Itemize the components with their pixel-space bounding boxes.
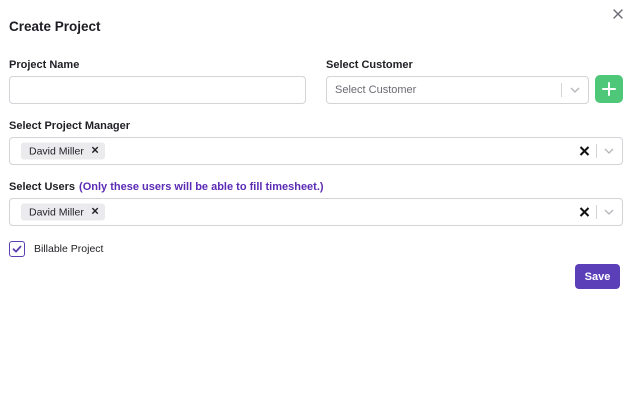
billable-checkbox[interactable] [9, 241, 25, 257]
indicator-separator [596, 205, 597, 219]
tag-label: David Miller [29, 206, 84, 218]
modal-title: Create Project [9, 19, 101, 34]
users-note: (Only these users will be able to fill t… [79, 181, 324, 193]
save-button[interactable]: Save [575, 264, 620, 289]
project-manager-label: Select Project Manager [9, 120, 131, 132]
indicator-separator [561, 83, 562, 97]
clear-icon[interactable] [579, 146, 590, 157]
create-project-modal: Create Project Project Name Select Custo… [0, 0, 630, 420]
customer-placeholder: Select Customer [335, 84, 417, 96]
customer-label: Select Customer [326, 59, 413, 71]
users-select[interactable]: David Miller ✕ [9, 198, 623, 226]
customer-select[interactable]: Select Customer [326, 76, 589, 104]
close-icon[interactable] [611, 7, 625, 21]
checkmark-icon [12, 245, 22, 253]
selected-manager-tag: David Miller ✕ [21, 142, 106, 160]
remove-tag-icon[interactable]: ✕ [91, 207, 99, 217]
selected-user-tag: David Miller ✕ [21, 203, 106, 221]
project-name-label: Project Name [9, 59, 80, 71]
chevron-down-icon[interactable] [569, 84, 581, 96]
plus-icon [602, 82, 616, 96]
clear-icon[interactable] [579, 207, 590, 218]
add-customer-button[interactable] [595, 75, 623, 103]
tag-label: David Miller [29, 145, 84, 157]
users-label: Select Users (Only these users will be ab… [9, 181, 324, 193]
remove-tag-icon[interactable]: ✕ [91, 146, 99, 156]
indicator-separator [596, 144, 597, 158]
project-manager-select[interactable]: David Miller ✕ [9, 137, 623, 165]
users-label-text: Select Users [9, 181, 76, 193]
project-name-input[interactable] [9, 76, 306, 104]
chevron-down-icon[interactable] [603, 145, 615, 157]
billable-label: Billable Project [34, 243, 104, 255]
chevron-down-icon[interactable] [603, 206, 615, 218]
